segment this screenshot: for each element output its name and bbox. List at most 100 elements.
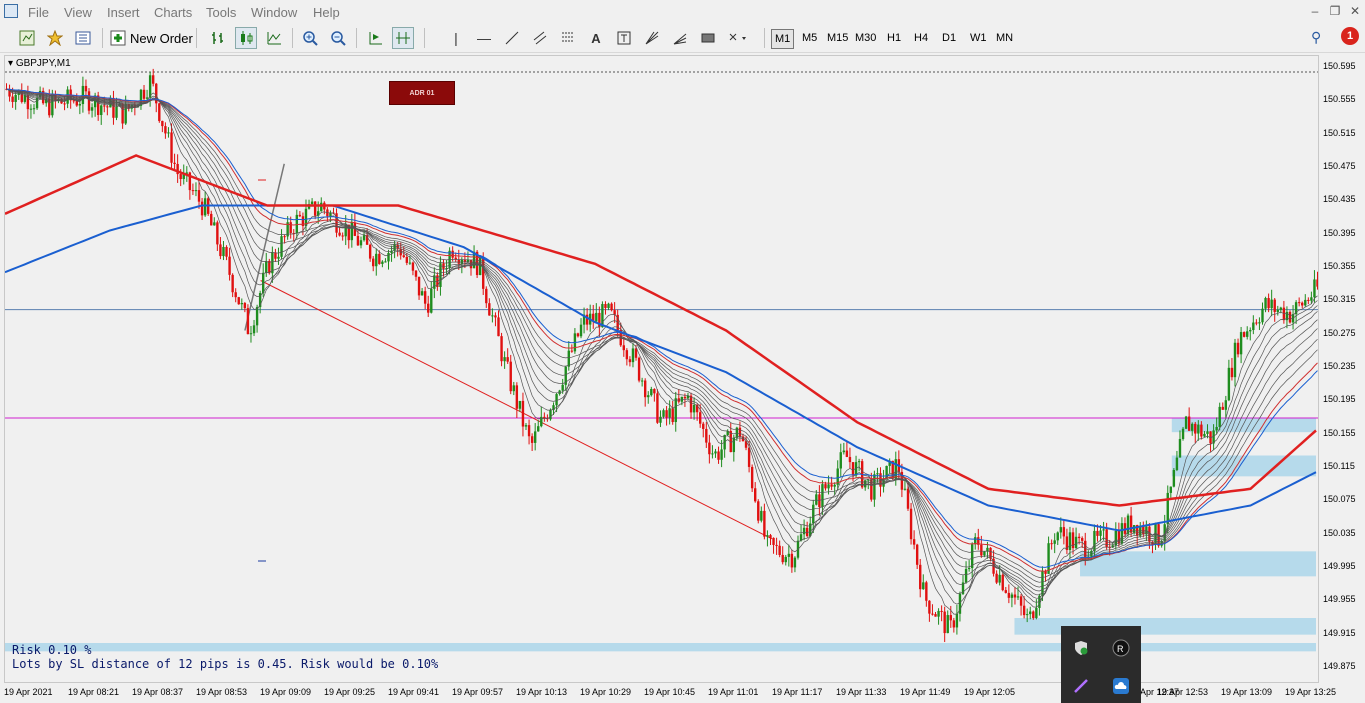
candle-body <box>912 539 916 545</box>
candle-body <box>219 244 222 257</box>
restore-icon[interactable]: ❐ <box>1326 4 1344 18</box>
menu-view[interactable]: View <box>64 5 92 20</box>
candle-body <box>1056 532 1059 541</box>
menu-window[interactable]: Window <box>251 5 297 20</box>
cloud-icon[interactable] <box>1111 676 1131 696</box>
support-resistance-zone <box>1171 418 1316 433</box>
text-label-icon[interactable] <box>613 27 635 49</box>
time-tick-label: 19 Apr 09:41 <box>388 687 440 697</box>
candle-body <box>906 488 910 509</box>
adr-button[interactable]: ADR 01 <box>389 81 455 105</box>
candle-body <box>430 288 433 313</box>
auto-scroll-icon[interactable] <box>364 27 386 49</box>
candle-body <box>989 547 992 559</box>
candle-body <box>543 416 546 419</box>
time-tick-label: 19 Apr 10:29 <box>580 687 632 697</box>
zoom-out-icon[interactable] <box>327 27 349 49</box>
crosshair-icon[interactable]: | <box>445 27 467 49</box>
candle-body <box>451 250 454 258</box>
timeframe-mn[interactable]: MN <box>993 29 1016 47</box>
new-order-button[interactable]: New Order <box>110 27 193 49</box>
candle-body <box>500 336 503 362</box>
defender-icon[interactable] <box>1071 638 1091 658</box>
candle-body <box>1025 614 1029 616</box>
price-tick-label: 150.315 <box>1323 294 1356 305</box>
candle-body <box>738 427 742 437</box>
timeframe-m5[interactable]: M5 <box>799 29 820 47</box>
rectangle-icon[interactable] <box>697 27 719 49</box>
candle-body <box>1206 431 1209 434</box>
line-chart-icon[interactable] <box>263 27 285 49</box>
timeframe-m1[interactable]: M1 <box>771 29 795 49</box>
pen-icon[interactable] <box>1071 676 1091 696</box>
candle-body <box>1310 297 1313 301</box>
equidistant-channel-icon[interactable] <box>529 27 551 49</box>
candlestick-chart-icon[interactable] <box>235 27 257 49</box>
candle-body <box>341 235 344 237</box>
menu-charts[interactable]: Charts <box>154 5 192 20</box>
candle-body <box>289 222 292 233</box>
search-icon[interactable]: ⚲ <box>1311 29 1321 46</box>
candle-body <box>32 108 36 110</box>
new-chart-icon[interactable] <box>16 27 38 49</box>
price-chart <box>5 68 1318 652</box>
candle-body <box>106 106 109 108</box>
candle-body <box>338 232 341 236</box>
profiles-icon[interactable] <box>44 27 66 49</box>
candle-body <box>1270 299 1273 309</box>
timeframe-m30[interactable]: M30 <box>852 29 879 47</box>
candle-body <box>705 428 708 443</box>
timeframe-w1[interactable]: W1 <box>967 29 990 47</box>
candle-body <box>656 393 659 423</box>
candle-body <box>647 395 650 398</box>
arrows-dropdown-icon[interactable] <box>725 27 753 49</box>
risk-label: Risk 0.10 % <box>12 643 92 657</box>
candle-body <box>1013 594 1017 598</box>
minimize-icon[interactable]: – <box>1306 4 1324 18</box>
bar-chart-icon[interactable] <box>207 27 229 49</box>
candle-body <box>161 120 164 127</box>
horizontal-line-icon[interactable]: — <box>473 27 495 49</box>
zoom-in-icon[interactable] <box>299 27 321 49</box>
chart-shift-icon[interactable] <box>392 27 414 49</box>
trendline-icon[interactable] <box>501 27 523 49</box>
candle-body <box>521 400 525 427</box>
time-tick-label: 19 Apr 10:13 <box>516 687 568 697</box>
market-watch-icon[interactable] <box>72 27 94 49</box>
gann-icon[interactable] <box>641 27 663 49</box>
candle-body <box>760 510 763 521</box>
chart-area[interactable] <box>4 55 1319 683</box>
candle-body <box>1074 536 1078 549</box>
candle-body <box>210 213 213 226</box>
menu-help[interactable]: Help <box>313 5 340 20</box>
time-tick-label: 19 Apr 11:01 <box>708 687 759 697</box>
symbol-text: GBPJPY,M1 <box>15 58 71 69</box>
candle-body <box>1187 416 1191 431</box>
candle-body <box>1194 423 1197 434</box>
menu-tools[interactable]: Tools <box>206 5 236 20</box>
candle-body <box>1236 342 1240 355</box>
fibonacci-icon[interactable] <box>557 27 579 49</box>
candle-body <box>1010 594 1014 598</box>
time-tick-label: 19 Apr 13:25 <box>1285 687 1337 697</box>
timeframe-d1[interactable]: D1 <box>939 29 959 47</box>
timeframe-h1[interactable]: H1 <box>884 29 904 47</box>
candle-body <box>191 190 195 192</box>
timeframe-h4[interactable]: H4 <box>911 29 931 47</box>
candle-body <box>634 348 638 358</box>
candle-body <box>530 436 534 443</box>
candle-body <box>909 508 913 540</box>
menu-insert[interactable]: Insert <box>107 5 140 20</box>
candle-body <box>802 527 806 535</box>
candle-body <box>805 527 809 537</box>
close-icon[interactable]: ✕ <box>1346 4 1364 18</box>
menu-file[interactable]: File <box>28 5 49 20</box>
text-icon[interactable]: A <box>585 27 607 49</box>
notification-badge[interactable]: 1 <box>1341 27 1359 45</box>
candle-body <box>964 568 968 583</box>
timeframe-m15[interactable]: M15 <box>824 29 851 47</box>
candle-body <box>650 389 653 396</box>
app-tray-icon[interactable]: R <box>1111 638 1131 658</box>
fibo-fan-icon[interactable] <box>669 27 691 49</box>
candle-body <box>717 451 720 460</box>
